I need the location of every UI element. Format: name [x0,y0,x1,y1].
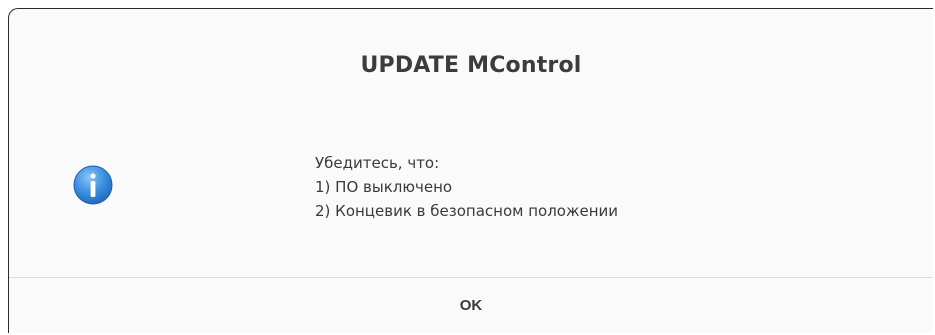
ok-button[interactable]: OK [9,278,933,333]
info-icon [73,165,113,205]
message-line: Убедитесь, что: [315,154,440,172]
message-line: 2) Концевик в безопасном положении [315,202,619,220]
message-line: 1) ПО выключено [315,178,453,196]
message-dialog: UPDATE MControl Убедитесь, что: 1) ПО вы… [8,8,933,333]
dialog-message: Убедитесь, что: 1) ПО выключено 2) Конце… [315,151,618,223]
dialog-title: UPDATE MControl [360,53,582,78]
